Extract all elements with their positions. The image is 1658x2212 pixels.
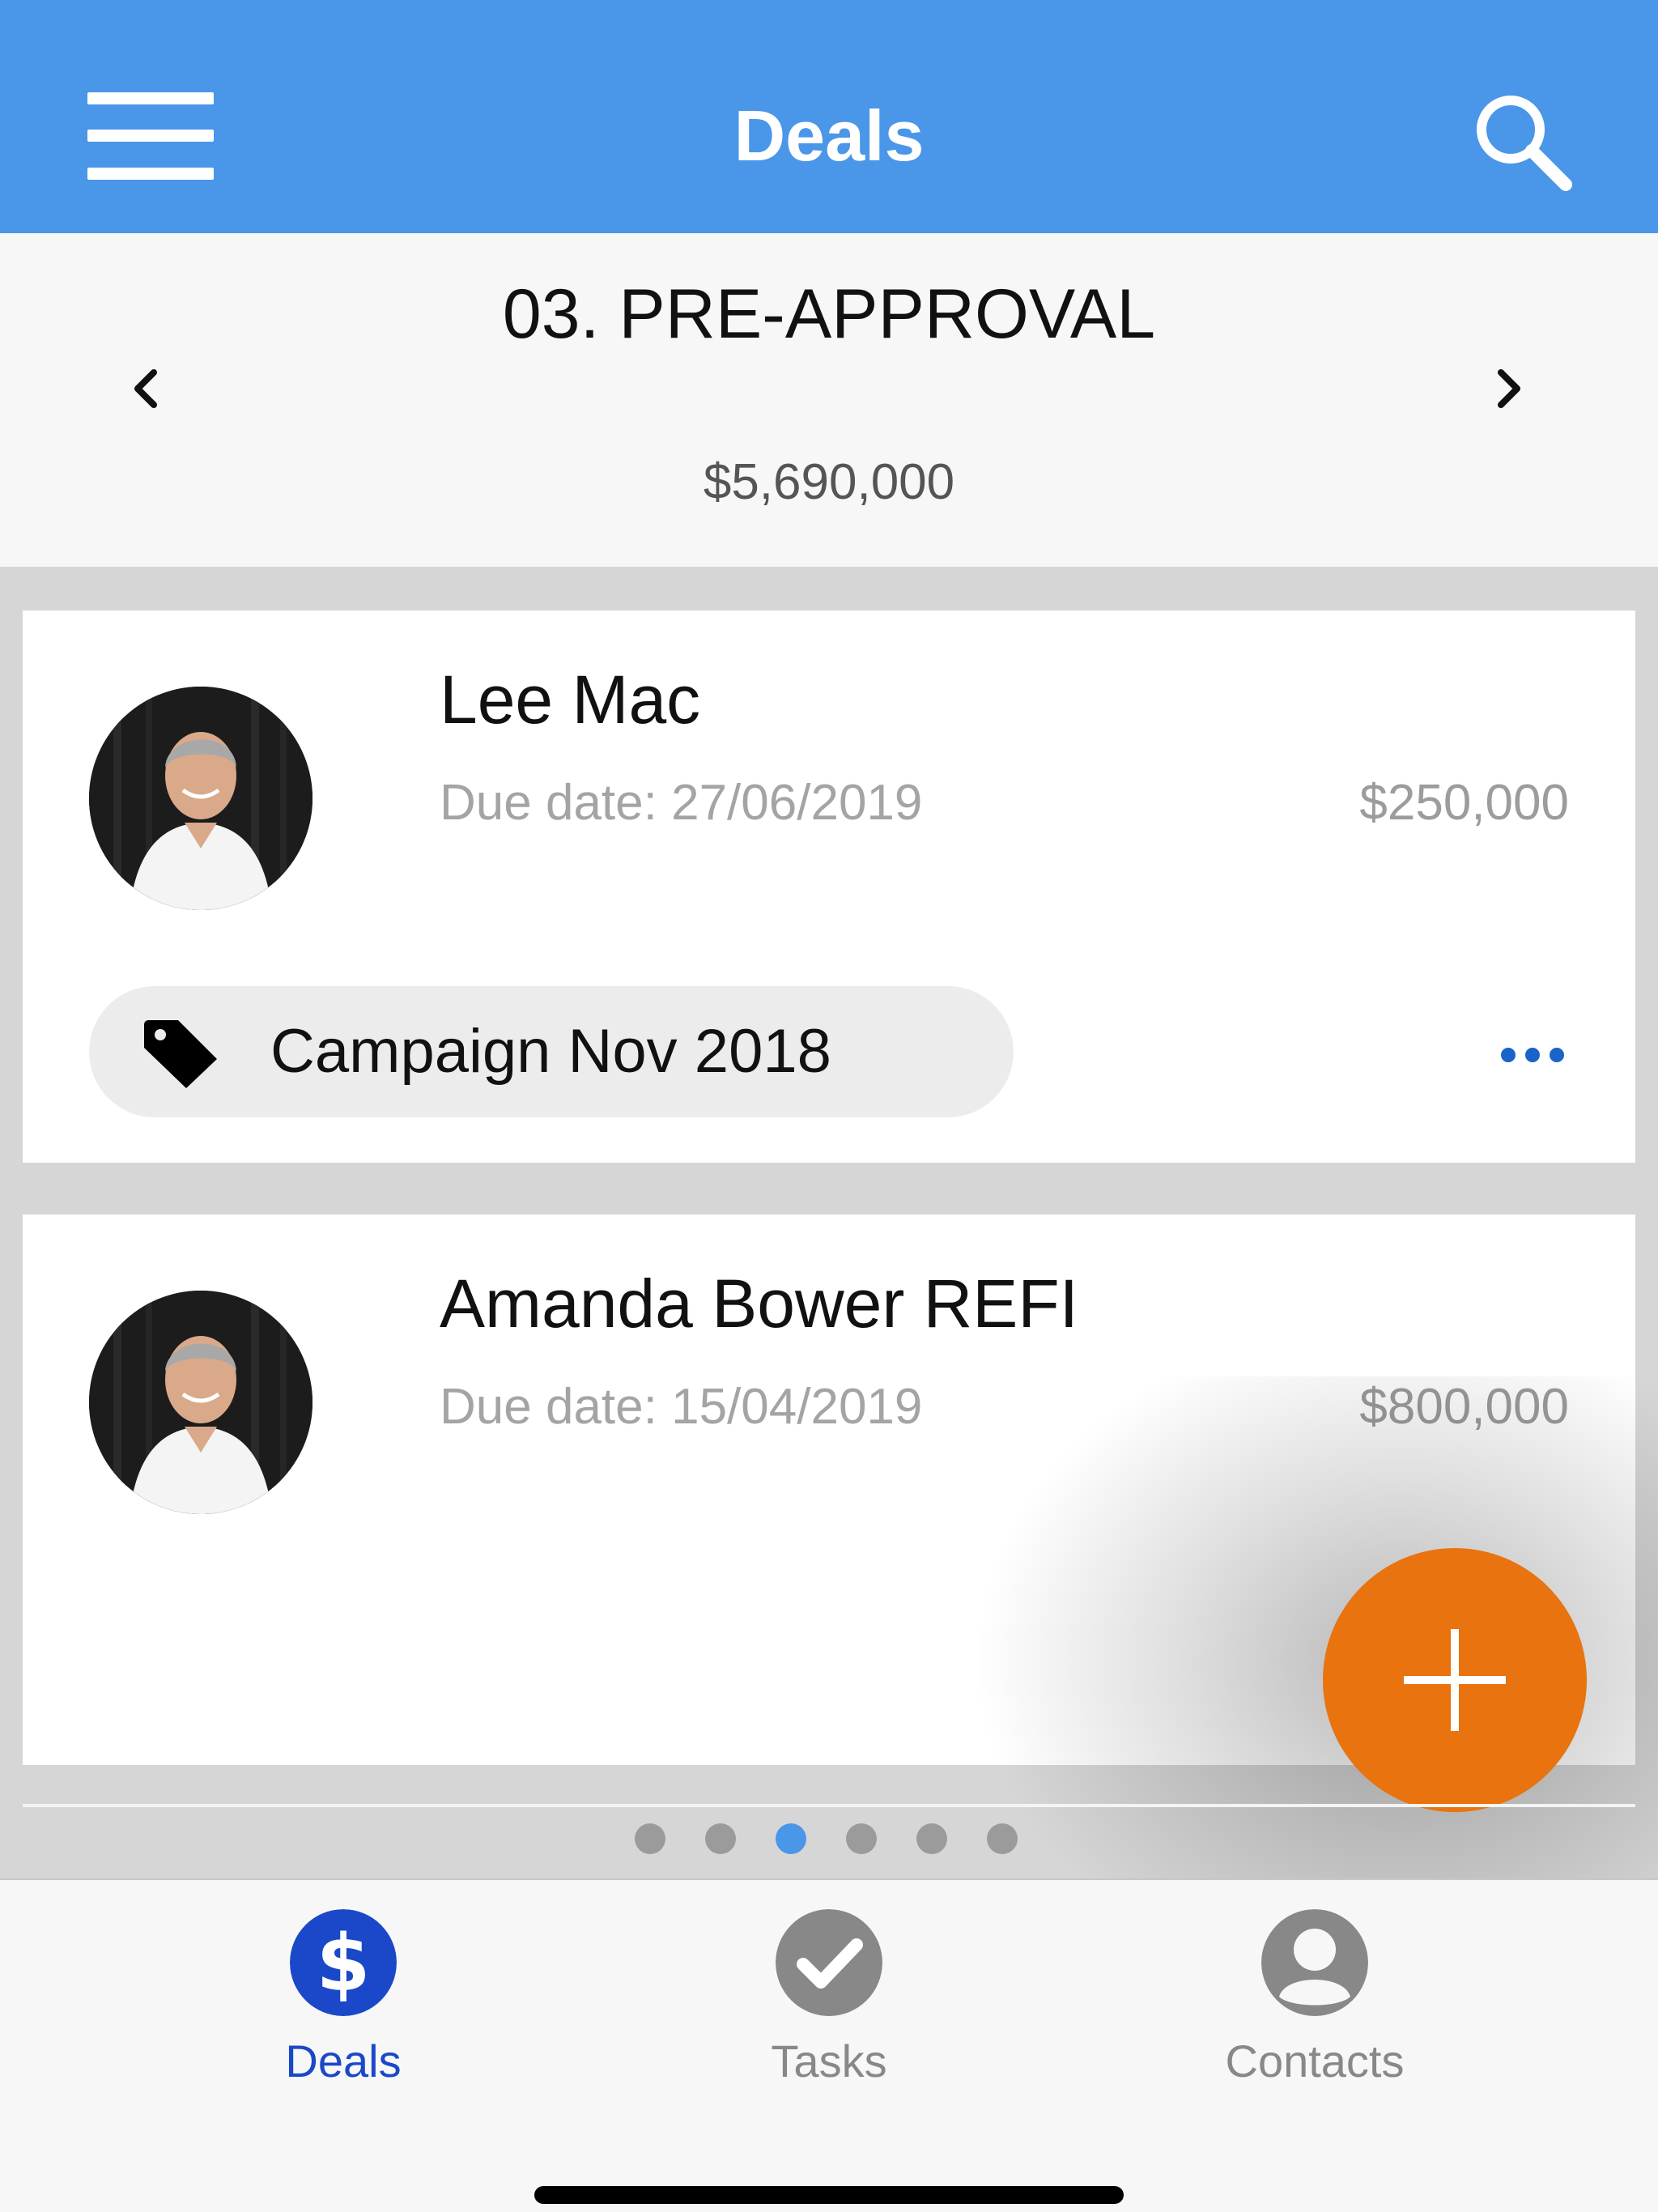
deal-name: Lee Mac xyxy=(440,661,701,738)
page-dot[interactable] xyxy=(705,1823,736,1854)
tab-label: Deals xyxy=(285,2035,402,2087)
stage-title: 03. PRE-APPROVAL xyxy=(502,275,1156,353)
search-icon[interactable] xyxy=(1472,91,1572,191)
deal-name: Amanda Bower REFI xyxy=(440,1266,1078,1342)
tab-label: Tasks xyxy=(771,2035,887,2087)
stage-total: $5,690,000 xyxy=(703,454,955,510)
svg-text:$: $ xyxy=(317,1918,371,2009)
tag-chip[interactable]: Campaign Nov 2018 xyxy=(89,986,1014,1117)
divider xyxy=(23,1804,1635,1807)
tag-icon xyxy=(144,1020,217,1088)
avatar xyxy=(89,1291,312,1514)
page-dot[interactable] xyxy=(635,1823,665,1854)
tab-contacts[interactable]: Contacts xyxy=(1145,1880,1485,2123)
check-icon xyxy=(776,1909,882,2016)
page-title: Deals xyxy=(733,96,925,176)
tab-bar: $ Deals Tasks Contacts xyxy=(0,1878,1658,2212)
deal-card[interactable]: Lee Mac Due date: 27/06/2019 $250,000 Ca… xyxy=(23,610,1635,1163)
chevron-left-icon[interactable] xyxy=(121,363,173,415)
app-header: Deals xyxy=(0,0,1658,233)
stage-selector: 03. PRE-APPROVAL $5,690,000 xyxy=(0,233,1658,567)
deal-amount: $800,000 xyxy=(1359,1379,1569,1435)
deal-due-date: Due date: 27/06/2019 xyxy=(440,775,923,831)
page-dot[interactable] xyxy=(846,1823,877,1854)
tag-label: Campaign Nov 2018 xyxy=(270,1017,831,1086)
tab-deals[interactable]: $ Deals xyxy=(173,1880,513,2123)
page-dot[interactable] xyxy=(776,1823,806,1854)
add-deal-button[interactable] xyxy=(1323,1548,1587,1812)
deal-due-date: Due date: 15/04/2019 xyxy=(440,1379,923,1435)
more-options-icon[interactable] xyxy=(1501,1048,1566,1067)
page-dot[interactable] xyxy=(987,1823,1018,1854)
person-icon xyxy=(1261,1909,1368,2016)
chevron-right-icon[interactable] xyxy=(1482,363,1533,415)
page-indicator[interactable] xyxy=(0,1823,1658,1856)
page-dot[interactable] xyxy=(916,1823,947,1854)
dollar-icon: $ xyxy=(290,1909,397,2016)
tab-tasks[interactable]: Tasks xyxy=(659,1880,999,2123)
avatar xyxy=(89,687,312,910)
deal-amount: $250,000 xyxy=(1359,775,1569,831)
tab-label: Contacts xyxy=(1225,2035,1405,2087)
home-indicator xyxy=(534,2186,1124,2204)
